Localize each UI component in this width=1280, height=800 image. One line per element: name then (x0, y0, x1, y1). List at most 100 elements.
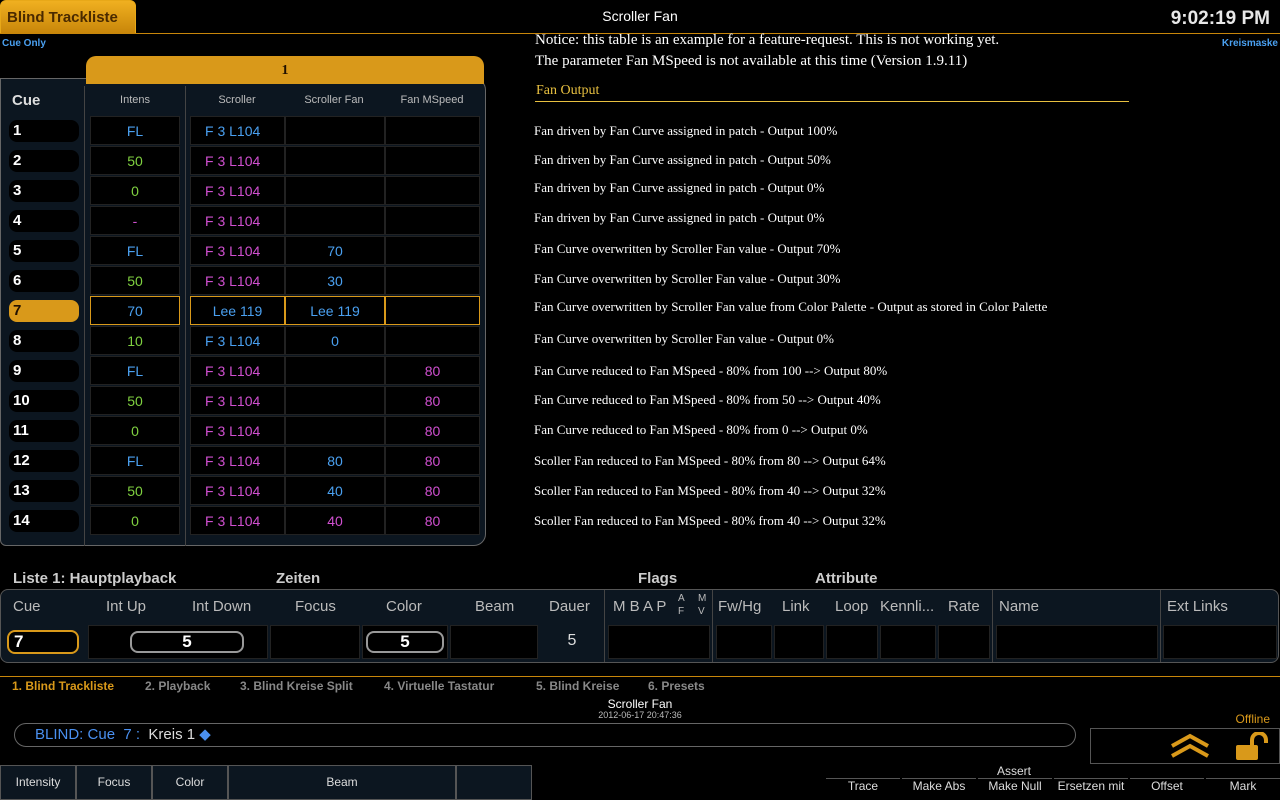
fan-mspeed-cell[interactable]: 80 (385, 386, 480, 415)
scroller-cell[interactable]: F 3 L104 (190, 176, 285, 205)
intens-cell[interactable]: FL (90, 356, 180, 385)
softkey-mark[interactable]: Mark (1206, 778, 1280, 793)
scroller-cell[interactable]: F 3 L104 (190, 326, 285, 355)
scroller-fan-cell[interactable]: 70 (285, 236, 385, 265)
kennlinie-cell[interactable] (880, 625, 936, 659)
cue-button[interactable]: 2 (9, 150, 79, 172)
scroller-cell[interactable]: F 3 L104 (190, 446, 285, 475)
channel-header[interactable]: 1 (86, 56, 484, 84)
cue-button[interactable]: 10 (9, 390, 79, 412)
softkey-make-abs[interactable]: Make Abs (902, 778, 976, 793)
intens-cell[interactable]: 0 (90, 416, 180, 445)
scroller-fan-cell[interactable] (285, 356, 385, 385)
softkey-trace[interactable]: Trace (826, 778, 900, 793)
scroller-cell[interactable]: F 3 L104 (190, 506, 285, 535)
kreismaske-indicator[interactable]: Kreismaske (1200, 38, 1278, 49)
fan-mspeed-cell[interactable]: 80 (385, 476, 480, 505)
softkey-color[interactable]: Color (152, 765, 228, 800)
fan-mspeed-cell[interactable] (385, 176, 480, 205)
fan-mspeed-cell[interactable] (385, 296, 480, 325)
scroller-fan-cell[interactable]: 40 (285, 506, 385, 535)
int-time-value[interactable]: 5 (130, 631, 244, 653)
cue-button[interactable]: 5 (9, 240, 79, 262)
intens-cell[interactable]: 10 (90, 326, 180, 355)
scroller-cell[interactable]: F 3 L104 (190, 416, 285, 445)
scroller-fan-cell[interactable] (285, 176, 385, 205)
intens-cell[interactable]: FL (90, 446, 180, 475)
scroller-cell[interactable]: F 3 L104 (190, 206, 285, 235)
scroller-fan-cell[interactable]: 80 (285, 446, 385, 475)
beam-cell[interactable] (450, 625, 538, 659)
dauer-value[interactable]: 5 (540, 632, 604, 650)
current-cue-number[interactable]: 7 (7, 630, 79, 654)
scroller-cell[interactable]: F 3 L104 (190, 356, 285, 385)
workspace-tab[interactable]: 6. Presets (648, 679, 705, 693)
link-cell[interactable] (774, 625, 824, 659)
workspace-tab[interactable]: 5. Blind Kreise (536, 679, 619, 693)
workspace-tab[interactable]: 1. Blind Trackliste (12, 679, 114, 693)
workspace-tab[interactable]: 3. Blind Kreise Split (240, 679, 353, 693)
unlock-icon[interactable] (1232, 731, 1272, 762)
intens-cell[interactable]: 70 (90, 296, 180, 325)
fan-mspeed-cell[interactable] (385, 266, 480, 295)
cue-button[interactable]: 9 (9, 360, 79, 382)
tab-blind-trackliste[interactable]: Blind Trackliste (0, 0, 136, 34)
command-line[interactable]: BLIND: Cue 7 : Kreis 1 ◆ (14, 723, 1076, 747)
scroller-cell[interactable]: F 3 L104 (190, 236, 285, 265)
scroller-fan-cell[interactable] (285, 206, 385, 235)
softkey-ersetzen-mit[interactable]: Ersetzen mit (1054, 778, 1128, 793)
name-cell[interactable] (996, 625, 1158, 659)
cue-button[interactable]: 8 (9, 330, 79, 352)
intens-cell[interactable]: 50 (90, 386, 180, 415)
softkey-offset[interactable]: Offset (1130, 778, 1204, 793)
intens-cell[interactable]: 50 (90, 146, 180, 175)
scroller-cell[interactable]: F 3 L104 (190, 476, 285, 505)
cue-button[interactable]: 7 (9, 300, 79, 322)
rate-cell[interactable] (938, 625, 990, 659)
fan-mspeed-cell[interactable] (385, 236, 480, 265)
workspace-tab[interactable]: 2. Playback (145, 679, 210, 693)
softkey-empty[interactable] (456, 765, 532, 800)
cue-button[interactable]: 6 (9, 270, 79, 292)
cue-button[interactable]: 4 (9, 210, 79, 232)
softkey-beam[interactable]: Beam (228, 765, 456, 800)
fan-mspeed-cell[interactable] (385, 116, 480, 145)
scroller-cell[interactable]: F 3 L104 (190, 116, 285, 145)
intens-cell[interactable]: FL (90, 116, 180, 145)
scroller-fan-cell[interactable] (285, 116, 385, 145)
scroller-fan-cell[interactable] (285, 386, 385, 415)
focus-cell[interactable] (270, 625, 360, 659)
scroller-fan-cell[interactable] (285, 416, 385, 445)
scroller-cell[interactable]: F 3 L104 (190, 266, 285, 295)
fan-mspeed-cell[interactable] (385, 206, 480, 235)
intens-cell[interactable]: 50 (90, 266, 180, 295)
scroller-fan-cell[interactable]: Lee 119 (285, 296, 385, 325)
scroller-fan-cell[interactable]: 30 (285, 266, 385, 295)
scroller-fan-cell[interactable]: 40 (285, 476, 385, 505)
scroller-cell[interactable]: F 3 L104 (190, 386, 285, 415)
fan-mspeed-cell[interactable] (385, 326, 480, 355)
cue-button[interactable]: 13 (9, 480, 79, 502)
fan-mspeed-cell[interactable]: 80 (385, 506, 480, 535)
cue-button[interactable]: 12 (9, 450, 79, 472)
color-time-value[interactable]: 5 (366, 631, 444, 653)
flags-cell[interactable] (608, 625, 710, 659)
scroller-fan-cell[interactable] (285, 146, 385, 175)
fan-mspeed-cell[interactable] (385, 146, 480, 175)
ext-links-cell[interactable] (1163, 625, 1277, 659)
workspace-tab[interactable]: 4. Virtuelle Tastatur (384, 679, 494, 693)
scroller-fan-cell[interactable]: 0 (285, 326, 385, 355)
cue-button[interactable]: 14 (9, 510, 79, 532)
cue-only-indicator[interactable]: Cue Only (2, 38, 46, 49)
fan-mspeed-cell[interactable]: 80 (385, 446, 480, 475)
fan-mspeed-cell[interactable]: 80 (385, 416, 480, 445)
cue-button[interactable]: 3 (9, 180, 79, 202)
fan-mspeed-cell[interactable]: 80 (385, 356, 480, 385)
intens-cell[interactable]: - (90, 206, 180, 235)
scroller-cell[interactable]: F 3 L104 (190, 146, 285, 175)
cue-button[interactable]: 1 (9, 120, 79, 142)
intens-cell[interactable]: 0 (90, 506, 180, 535)
intens-cell[interactable]: FL (90, 236, 180, 265)
softkey-intensity[interactable]: Intensity (0, 765, 76, 800)
intens-cell[interactable]: 50 (90, 476, 180, 505)
